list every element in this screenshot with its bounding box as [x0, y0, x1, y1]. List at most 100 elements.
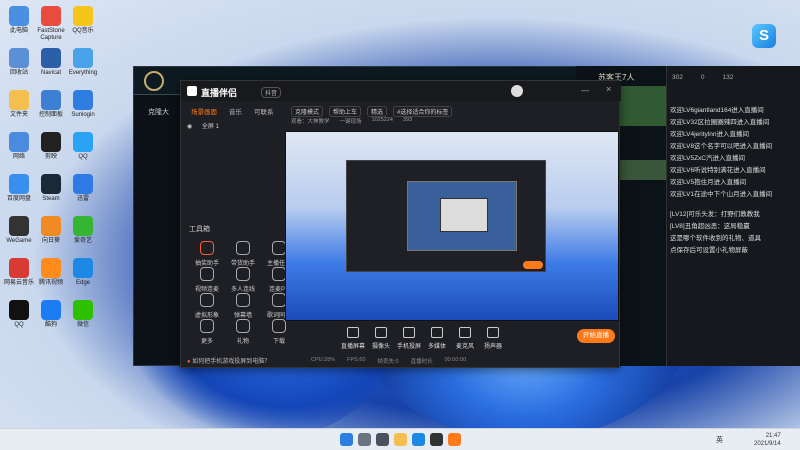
chat-message: 欢迎LV1在途中下个山月进入直播间 [670, 191, 773, 198]
lang-indicator[interactable]: 英 [716, 435, 723, 445]
tool-icon [272, 319, 286, 333]
tool-button[interactable]: 视频连麦 [187, 267, 227, 293]
tool-label: 礼物 [236, 339, 249, 345]
tool-label: 虚拟形象 [194, 313, 219, 319]
scene-item[interactable]: ◉ 全屏 1 [187, 121, 219, 130]
notice-text: 如何把手机游戏投屏到电脑？ [192, 359, 271, 365]
clock[interactable]: 21:47 2021/9/14 [754, 432, 781, 448]
edge-icon[interactable] [412, 433, 425, 446]
chat-stats: 302 0 132 [672, 74, 733, 81]
desktop-icon-label: 剪映 [44, 154, 57, 160]
start-button[interactable] [340, 433, 353, 446]
app-title: 直播伴侣 [201, 88, 238, 98]
tool-icon [200, 293, 214, 307]
desktop-icon-label: 网络 [12, 154, 25, 160]
start-live-button[interactable]: 开始直播 [577, 329, 615, 343]
avatar[interactable] [511, 85, 523, 97]
chat-message: 欢迎LV5抱住月进入直播间 [670, 179, 747, 186]
desktop-icon[interactable]: 迅雷 [66, 174, 100, 203]
app-icon [9, 258, 29, 278]
tool-button[interactable]: 下载 [259, 319, 299, 345]
chat-line: [LV12]可乐头发：打野们教教我 [670, 211, 760, 218]
minimize-icon[interactable]: — [581, 86, 589, 95]
desktop-icon[interactable]: 剪映 [34, 132, 68, 161]
chat-message: 欢迎LV5ZxC汽进入直播间 [670, 155, 745, 162]
file-explorer-icon[interactable] [394, 433, 407, 446]
desktop-icon[interactable]: Sunlogin [66, 90, 100, 119]
taskbar: 英 21:47 2021/9/14 [0, 428, 800, 450]
app-icon [73, 6, 93, 26]
source-button[interactable]: 扬声器 [475, 327, 511, 350]
desktop-icon[interactable]: 爱奇艺 [66, 216, 100, 245]
tool-button[interactable]: 抽奖助手 [187, 241, 227, 267]
nested-window [346, 160, 546, 272]
companion-titlebar: 直播伴侣 抖音 — × [181, 81, 621, 101]
store-icon[interactable] [430, 433, 443, 446]
tool-label: 多人连线 [230, 287, 255, 293]
nested-start-button [523, 261, 543, 269]
desktop-icon[interactable]: 网易云音乐 [2, 258, 36, 287]
tab-2[interactable]: 可联系 [254, 106, 274, 116]
tool-button[interactable]: 礼物 [223, 319, 263, 345]
tab-0[interactable]: 场景画面 [191, 106, 217, 116]
search-icon[interactable] [358, 433, 371, 446]
desktop-icon[interactable]: 控制面板 [34, 90, 68, 119]
info-icon: ● [187, 359, 191, 365]
app-icon [41, 48, 61, 68]
desktop-icon[interactable]: 此电脑 [2, 6, 36, 35]
live-companion-icon[interactable] [448, 433, 461, 446]
desktop-icon[interactable]: 百度网盘 [2, 174, 36, 203]
desktop-icon-label: 酷狗 [44, 322, 57, 328]
tool-button[interactable]: 虚拟形象 [187, 293, 227, 319]
tool-icon [236, 293, 250, 307]
corner-app-logo[interactable]: S [752, 24, 776, 48]
help-notice[interactable]: ● 如何把手机游戏投屏到电脑？ [187, 356, 270, 365]
desktop-icon[interactable]: FastStone Capture [34, 6, 68, 42]
source-icon [403, 327, 415, 338]
desktop-icon[interactable]: 腾讯视频 [34, 258, 68, 287]
stat-gifts: 132 [722, 74, 734, 81]
desktop-icon[interactable]: 网络 [2, 132, 36, 161]
source-label: 扬声器 [483, 344, 502, 350]
header-tag[interactable]: 帮助上车 [329, 106, 362, 117]
desktop-icon[interactable]: 微信 [66, 300, 100, 329]
desktop-icon[interactable]: QQ [2, 300, 36, 329]
header-tag[interactable]: 精选 [367, 106, 388, 117]
tab-1[interactable]: 音乐 [229, 106, 242, 116]
desktop-icon[interactable]: 酷狗 [34, 300, 68, 329]
desktop-icon[interactable]: Navicat [34, 48, 68, 77]
desktop-icon[interactable]: Edge [66, 258, 100, 287]
desktop-icon-label: 文件夹 [9, 112, 28, 118]
app-subtitle: 抖音 [261, 87, 282, 98]
desktop-icon[interactable]: Steam [34, 174, 68, 203]
companion-left-tabs: 场景画面 音乐 可联系 [191, 106, 274, 116]
source-icon [431, 327, 443, 338]
app-icon [73, 216, 93, 236]
tool-icon [200, 319, 214, 333]
app-icon [73, 90, 93, 110]
desktop-icon-label: 百度网盘 [6, 196, 31, 202]
taskview-icon[interactable] [376, 433, 389, 446]
clock-date: 2021/9/14 [754, 441, 781, 447]
chat-line: 这是哪个软件收到的礼物、道具 [670, 235, 761, 242]
lol-title: 克隆大 [148, 109, 169, 116]
source-icon [459, 327, 471, 338]
desktop-icon[interactable]: 文件夹 [2, 90, 36, 119]
header-tag[interactable]: 克隆模式 [291, 106, 324, 117]
tool-button[interactable]: 更多 [187, 319, 227, 345]
desktop-icon[interactable]: Everything [66, 48, 100, 77]
desktop-icon[interactable]: 回收站 [2, 48, 36, 77]
close-icon[interactable]: × [606, 84, 611, 94]
tool-button[interactable]: 带货助手 [223, 241, 263, 267]
desktop-icon[interactable]: QQ音乐 [66, 6, 100, 35]
desktop-icon-label: 回收站 [9, 70, 28, 76]
meta-item: 1025224 [371, 117, 393, 123]
desktop-icon[interactable]: QQ [66, 132, 100, 161]
header-tag[interactable]: #选择适合你的标签 [393, 106, 453, 117]
desktop-icon[interactable]: WeGame [2, 216, 36, 245]
tool-button[interactable]: 弹幕墙 [223, 293, 263, 319]
tool-button[interactable]: 多人连线 [223, 267, 263, 293]
desktop-icon[interactable]: 向日葵 [34, 216, 68, 245]
desktop-icon-label: QQ [78, 154, 88, 160]
status-item: FPS:60 [347, 357, 366, 363]
